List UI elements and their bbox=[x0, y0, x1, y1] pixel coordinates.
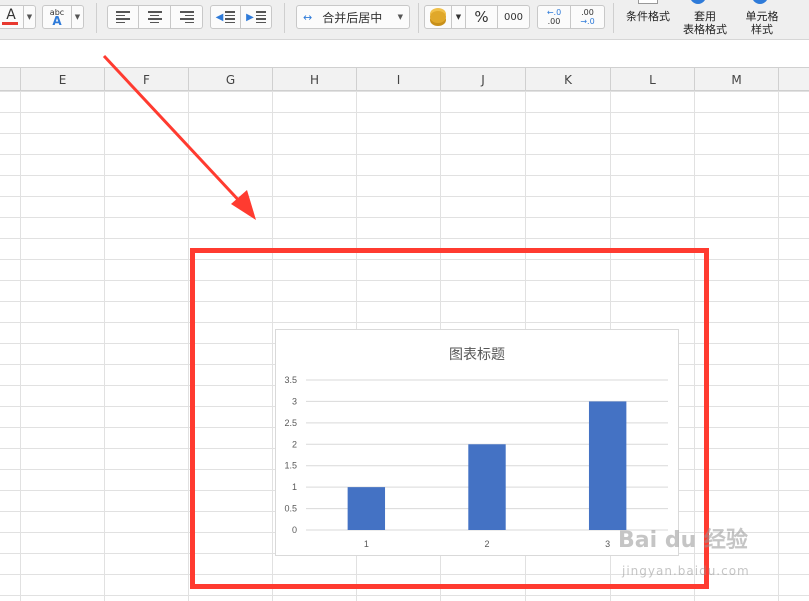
annotation-arrow bbox=[102, 54, 256, 220]
watermark-logo: Bai du 经验 bbox=[618, 528, 748, 553]
arrow-shaft bbox=[102, 54, 246, 208]
watermark-url: jingyan.baidu.com bbox=[622, 564, 750, 578]
